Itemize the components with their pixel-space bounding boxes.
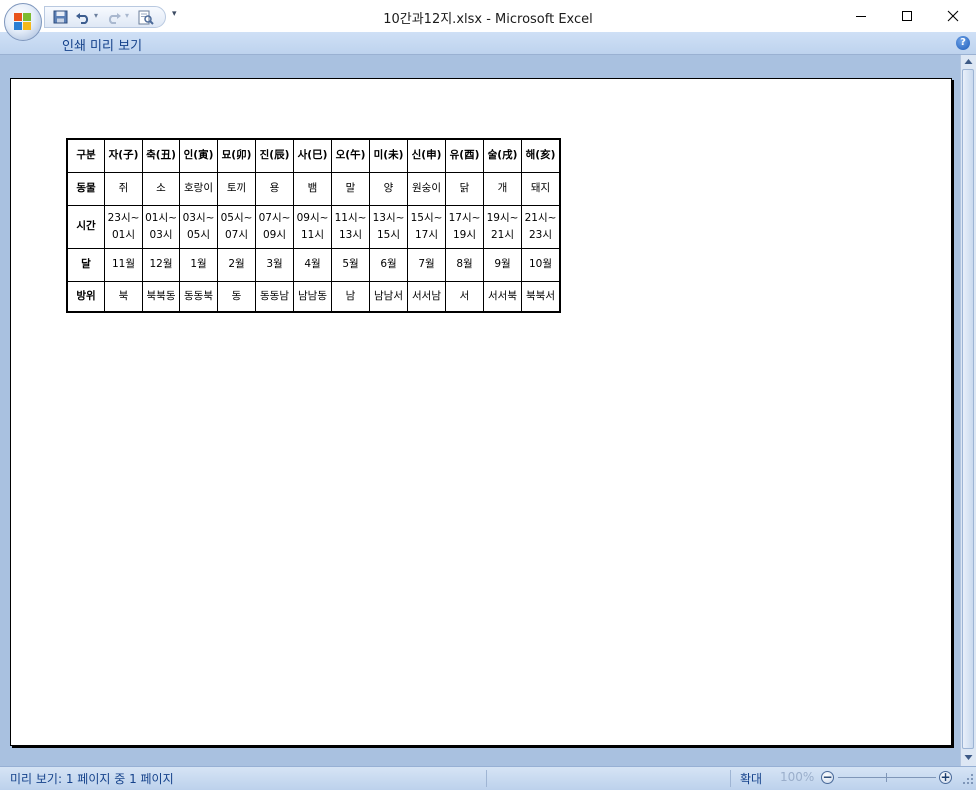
ribbon: 인쇄 미리 보기 ? (0, 32, 976, 55)
tab-print-preview[interactable]: 인쇄 미리 보기 (62, 35, 142, 54)
table-cell: 동 (217, 280, 256, 313)
table-cell: 남 (331, 280, 370, 313)
table-cell: 2월 (217, 247, 256, 282)
column-header-cell: 해(亥) (521, 138, 561, 173)
table-cell: 서서남 (407, 280, 446, 313)
preview-workspace: 구분 자(子) 축(丑) 인(寅) 묘(卯) 진(辰) 사(巳) 오(午) 미(未) 신(申) 유(… (0, 55, 960, 766)
column-header-cell: 축(丑) (142, 138, 180, 173)
table-cell: 6월 (369, 247, 408, 282)
row-header-cell: 동물 (66, 171, 105, 206)
scroll-up-icon[interactable] (963, 57, 974, 67)
minimize-button[interactable] (838, 0, 884, 32)
help-icon[interactable]: ? (956, 36, 970, 50)
table-cell: 4월 (293, 247, 332, 282)
zoom-percent[interactable]: 100% (780, 770, 814, 784)
scrollbar-thumb[interactable] (962, 69, 974, 749)
title-bar: ▾ ▾ ▾ 10간과12지.xlsx - Microsoft Excel (0, 0, 976, 32)
table-cell: 12월 (142, 247, 180, 282)
table-cell: 동동북 (179, 280, 218, 313)
column-header-cell: 진(辰) (255, 138, 294, 173)
window-title: 10간과12지.xlsx - Microsoft Excel (383, 12, 593, 27)
office-button[interactable] (4, 3, 42, 41)
table-row: 구분 자(子) 축(丑) 인(寅) 묘(卯) 진(辰) 사(巳) 오(午) 미(未) 신(申) 유(… (66, 138, 561, 173)
table-cell: 서서북 (483, 280, 522, 313)
row-header-cell: 방위 (66, 280, 105, 313)
table-cell: 북북동 (142, 280, 180, 313)
table-cell: 05시~ 07시 (217, 204, 256, 249)
zoom-slider-tick (886, 773, 887, 782)
table-cell: 서 (445, 280, 484, 313)
table-cell: 용 (255, 171, 294, 206)
row-header-cell: 시간 (66, 204, 105, 249)
table-cell: 09시~ 11시 (293, 204, 332, 249)
table-row: 방위 북 북북동 동동북 동 동동남 남남동 남 남남서 서서남 서 서서북 북북서 (66, 280, 561, 313)
office-logo-icon (14, 13, 32, 31)
table-cell: 동동남 (255, 280, 294, 313)
table-cell: 7월 (407, 247, 446, 282)
status-divider (730, 770, 731, 787)
table-cell: 21시~ 23시 (521, 204, 561, 249)
table-cell: 5월 (331, 247, 370, 282)
table-cell: 03시~ 05시 (179, 204, 218, 249)
column-header-cell: 묘(卯) (217, 138, 256, 173)
row-header-cell: 달 (66, 247, 105, 282)
table-cell: 개 (483, 171, 522, 206)
table-cell: 북 (104, 280, 143, 313)
table-cell: 쥐 (104, 171, 143, 206)
column-header-cell: 미(未) (369, 138, 408, 173)
row-header-cell: 구분 (66, 138, 105, 173)
table-cell: 뱀 (293, 171, 332, 206)
table-cell: 3월 (255, 247, 294, 282)
table-cell: 10월 (521, 247, 561, 282)
table-cell: 원숭이 (407, 171, 446, 206)
column-header-cell: 인(寅) (179, 138, 218, 173)
table-row: 동물 쥐 소 호랑이 토끼 용 뱀 말 양 원숭이 닭 개 돼지 (66, 171, 561, 206)
zoom-in-button[interactable]: + (939, 771, 952, 784)
table-cell: 17시~ 19시 (445, 204, 484, 249)
table-cell: 07시~ 09시 (255, 204, 294, 249)
resize-grip-icon[interactable] (962, 773, 974, 785)
table-cell: 1월 (179, 247, 218, 282)
table-cell: 닭 (445, 171, 484, 206)
column-header-cell: 사(巳) (293, 138, 332, 173)
zoom-label[interactable]: 확대 (740, 770, 762, 787)
table-cell: 01시~ 03시 (142, 204, 180, 249)
zoom-out-button[interactable]: − (821, 771, 834, 784)
table-cell: 11월 (104, 247, 143, 282)
table-cell: 소 (142, 171, 180, 206)
page-info: 미리 보기: 1 페이지 중 1 페이지 (10, 772, 174, 786)
table-row: 시간 23시~ 01시 01시~ 03시 03시~ 05시 05시~ 07시 07시~ 0… (66, 204, 561, 249)
scroll-down-icon[interactable] (963, 752, 974, 762)
status-bar: 미리 보기: 1 페이지 중 1 페이지 확대 100% − + (0, 766, 976, 790)
table-cell: 양 (369, 171, 408, 206)
table-cell: 남남동 (293, 280, 332, 313)
table-cell: 13시~ 15시 (369, 204, 408, 249)
print-page: 구분 자(子) 축(丑) 인(寅) 묘(卯) 진(辰) 사(巳) 오(午) 미(未) 신(申) 유(… (10, 78, 952, 746)
zoom-slider[interactable] (838, 777, 936, 778)
table-cell: 23시~ 01시 (104, 204, 143, 249)
column-header-cell: 신(申) (407, 138, 446, 173)
table-cell: 말 (331, 171, 370, 206)
status-divider (486, 770, 487, 787)
table-cell: 9월 (483, 247, 522, 282)
zodiac-table: 구분 자(子) 축(丑) 인(寅) 묘(卯) 진(辰) 사(巳) 오(午) 미(未) 신(申) 유(… (66, 138, 561, 313)
table-cell: 토끼 (217, 171, 256, 206)
table-cell: 11시~ 13시 (331, 204, 370, 249)
column-header-cell: 술(戌) (483, 138, 522, 173)
table-cell: 북북서 (521, 280, 561, 313)
table-cell: 15시~ 17시 (407, 204, 446, 249)
close-button[interactable] (930, 0, 976, 32)
table-cell: 돼지 (521, 171, 561, 206)
table-cell: 8월 (445, 247, 484, 282)
table-cell: 남남서 (369, 280, 408, 313)
maximize-button[interactable] (884, 0, 930, 32)
table-cell: 호랑이 (179, 171, 218, 206)
column-header-cell: 자(子) (104, 138, 143, 173)
table-row: 달 11월 12월 1월 2월 3월 4월 5월 6월 7월 8월 9월 10월 (66, 247, 561, 282)
column-header-cell: 유(酉) (445, 138, 484, 173)
vertical-scrollbar[interactable] (960, 55, 976, 766)
table-cell: 19시~ 21시 (483, 204, 522, 249)
column-header-cell: 오(午) (331, 138, 370, 173)
